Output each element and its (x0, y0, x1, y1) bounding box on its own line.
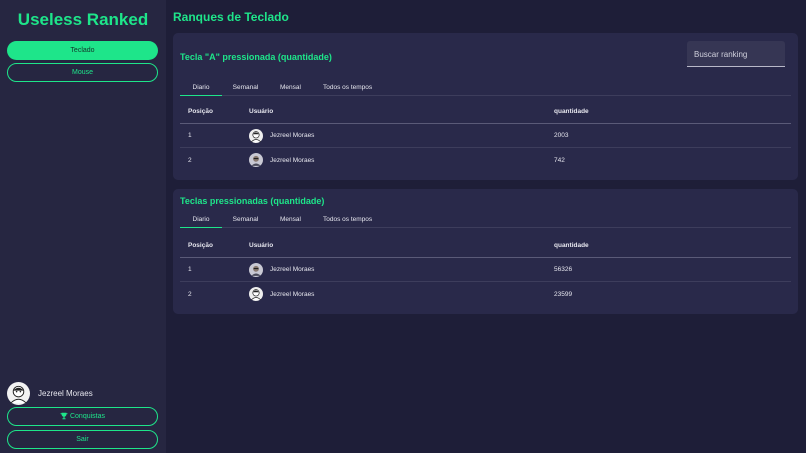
row-user-name: Jezreel Moraes (270, 266, 315, 273)
row-quantity: 2003 (554, 132, 569, 139)
app-title: Useless Ranked (17, 10, 149, 29)
card-title: Tecla "A" pressionada (quantidade) (180, 52, 332, 62)
column-header-user: Usuário (249, 241, 274, 249)
row-position: 2 (188, 290, 192, 298)
row-position: 2 (188, 156, 192, 164)
table-row: 2 Jezreel Moraes 742 (180, 148, 791, 172)
table-header: Posição Usuário quantidade (180, 99, 791, 124)
column-header-quantity: quantidade (554, 241, 589, 249)
tab-diario[interactable]: Diario (180, 79, 222, 96)
column-header-position: Posição (188, 241, 213, 249)
ranking-table: Posição Usuário quantidade 1 Jezreel Mor… (180, 233, 791, 306)
row-user: Jezreel Moraes (249, 148, 314, 172)
row-position: 1 (188, 132, 192, 139)
table-header: Posição Usuário quantidade (180, 233, 791, 258)
avatar (249, 262, 263, 277)
row-quantity: 56326 (554, 266, 573, 273)
column-header-quantity: quantidade (554, 107, 589, 115)
period-tabs: Diario Semanal Mensal Todos os tempos (180, 79, 791, 96)
period-tabs: Diario Semanal Mensal Todos os tempos (180, 211, 791, 228)
row-user-name: Jezreel Moraes (270, 290, 315, 298)
row-quantity: 23599 (554, 290, 573, 298)
tab-mensal[interactable]: Mensal (269, 211, 312, 228)
user-name: Jezreel Moraes (38, 389, 93, 398)
avatar (7, 382, 30, 405)
table-row: 1 Jezreel Moraes 2003 (180, 124, 791, 148)
avatar (249, 287, 263, 301)
trophy-icon (60, 412, 68, 422)
avatar (249, 153, 263, 167)
main-content: Ranques de Teclado Tecla "A" pressionada… (166, 0, 806, 453)
tab-todos-os-tempos[interactable]: Todos os tempos (312, 211, 383, 228)
row-user: Jezreel Moraes (249, 124, 314, 147)
tab-semanal[interactable]: Semanal (222, 79, 269, 96)
search-input[interactable]: Buscar ranking (687, 41, 785, 67)
page-title: Ranques de Teclado (173, 10, 289, 24)
ranking-card: Teclas pressionadas (quantidade) Diario … (173, 189, 798, 314)
sidebar: Useless Ranked Teclado Mouse Jezreel Mor… (0, 0, 166, 453)
achievements-label: Conquistas (69, 413, 106, 420)
column-header-user: Usuário (249, 107, 274, 115)
row-user-name: Jezreel Moraes (270, 132, 315, 139)
tab-diario[interactable]: Diario (180, 211, 222, 228)
row-user: Jezreel Moraes (249, 258, 314, 281)
table-row: 1 Jezreel Moraes 56326 (180, 258, 791, 282)
tab-todos-os-tempos[interactable]: Todos os tempos (312, 79, 383, 96)
nav-teclado-button[interactable]: Teclado (7, 41, 158, 60)
ranking-table: Posição Usuário quantidade 1 Jezreel Mor… (180, 99, 791, 172)
row-user-name: Jezreel Moraes (270, 156, 315, 164)
logout-button[interactable]: Sair (7, 430, 158, 449)
user-profile: Jezreel Moraes (7, 382, 93, 405)
row-position: 1 (188, 266, 192, 273)
row-quantity: 742 (554, 156, 565, 164)
nav-mouse-button[interactable]: Mouse (7, 63, 158, 82)
column-header-position: Posição (188, 107, 213, 115)
tab-semanal[interactable]: Semanal (222, 211, 269, 228)
tab-mensal[interactable]: Mensal (269, 79, 312, 96)
card-title: Teclas pressionadas (quantidade) (180, 196, 325, 206)
table-row: 2 Jezreel Moraes 23599 (180, 282, 791, 306)
achievements-button[interactable]: Conquistas (7, 407, 158, 426)
row-user: Jezreel Moraes (249, 282, 314, 306)
avatar (249, 128, 263, 143)
ranking-card: Tecla "A" pressionada (quantidade) Busca… (173, 33, 798, 180)
